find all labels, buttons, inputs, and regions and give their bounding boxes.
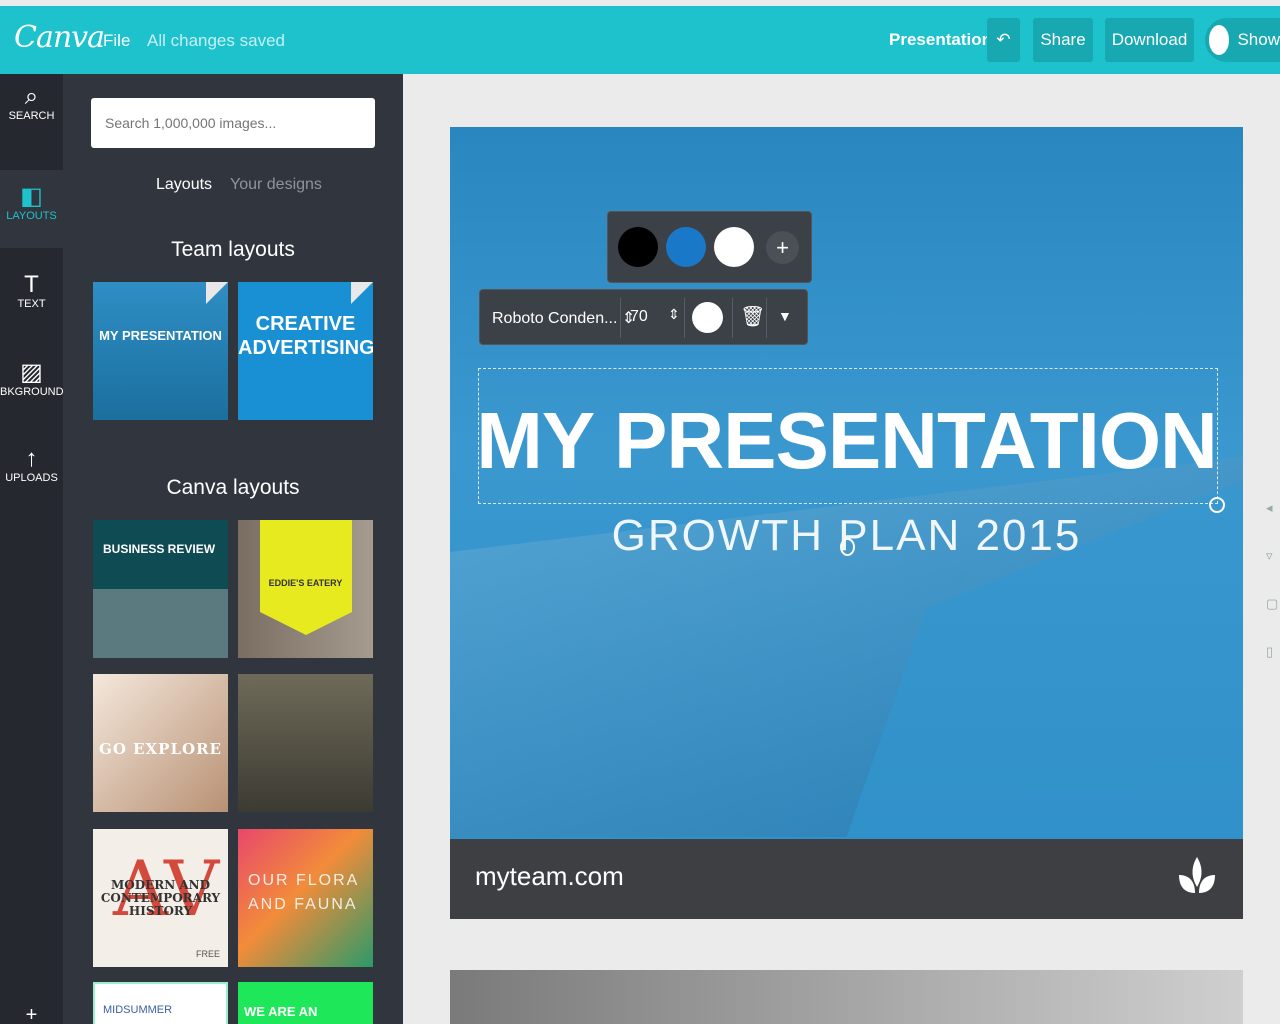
layout-thumb-label: MIDSUMMER <box>103 1004 173 1016</box>
layouts-panel: Layouts Your designs Team layouts MY PRE… <box>63 74 403 1024</box>
add-color-icon[interactable]: + <box>766 231 799 264</box>
image-search-input[interactable] <box>91 98 375 148</box>
layout-thumb[interactable]: WE ARE AN <box>238 982 373 1024</box>
icon-rail: ⌕ SEARCH ◧ LAYOUTS T TEXT ▨ BKGROUND ↑ U… <box>0 74 64 1024</box>
text-icon: T <box>24 271 39 298</box>
layout-thumb-label: WE ARE AN <box>244 1004 318 1019</box>
font-size-value[interactable]: 70 <box>630 308 648 326</box>
undo-button[interactable]: ↶ <box>987 18 1020 62</box>
layout-thumb-label: GO EXPLORE <box>99 740 222 758</box>
canva-logo[interactable]: Canva <box>14 20 105 55</box>
toolbar-divider <box>766 298 767 338</box>
upload-icon: ↑ <box>25 445 38 472</box>
text-toolbar: Roboto Conden... ⇕ 70 ⇕ 🗑 ▼ <box>479 289 808 345</box>
footer-url[interactable]: myteam.com <box>475 861 624 892</box>
side-tool-icon[interactable]: ▯ <box>1266 644 1280 660</box>
font-family-value: Roboto Conden... <box>492 310 618 327</box>
layout-thumb-label: MY PRESENTATION <box>99 328 222 343</box>
slide-footer: myteam.com <box>450 839 1243 919</box>
save-status: All changes saved <box>147 31 285 50</box>
rail-background[interactable]: ▨ BKGROUND <box>0 359 64 399</box>
background-icon: ▨ <box>20 359 43 386</box>
search-icon: ⌕ <box>24 83 39 110</box>
undo-icon: ↶ <box>996 30 1011 49</box>
top-bar: Canva File All changes saved Presentatio… <box>0 6 1280 74</box>
layouts-icon: ◧ <box>20 183 43 210</box>
layout-thumb[interactable]: MY PRESENTATION <box>93 282 228 420</box>
next-slide-preview[interactable] <box>450 970 1243 1024</box>
show-button[interactable]: Show <box>1205 18 1280 62</box>
more-options-icon[interactable]: ▼ <box>778 308 792 324</box>
page-side-tools: ◂ ▿ ▢ ▯ <box>1266 500 1280 680</box>
layout-thumb-label: OUR FLORA AND FAUNA <box>248 872 359 913</box>
rail-uploads-label: UPLOADS <box>5 472 58 484</box>
rail-background-label: BKGROUND <box>0 386 64 398</box>
rail-text-label: TEXT <box>17 298 46 310</box>
leaf-logo-icon <box>1179 857 1215 893</box>
layout-thumb[interactable]: OUR FLORA AND FAUNA <box>238 829 373 967</box>
color-swatch-black[interactable] <box>618 227 658 267</box>
color-swatch-blue[interactable] <box>666 227 706 267</box>
text-selection-box[interactable] <box>478 368 1225 513</box>
team-layouts-heading: Team layouts <box>171 238 295 261</box>
font-size-arrow-icon[interactable]: ⇕ <box>668 306 680 323</box>
text-color-button[interactable] <box>692 302 723 333</box>
rail-search[interactable]: ⌕ SEARCH <box>0 83 63 123</box>
download-button[interactable]: Download <box>1105 18 1194 62</box>
add-icon[interactable]: + <box>0 1004 63 1024</box>
toggle-knob <box>1209 25 1230 55</box>
layout-thumb[interactable]: GO EXPLORE <box>93 674 228 812</box>
layout-thumb-label: MODERN AND CONTEMPORARY HISTORY <box>100 878 221 918</box>
toolbar-divider <box>684 298 685 338</box>
layout-thumb[interactable]: AV MODERN AND CONTEMPORARY HISTORY FREE <box>93 829 228 967</box>
layout-thumb[interactable]: EDDIE'S EATERY <box>238 520 373 658</box>
file-menu[interactable]: File <box>103 31 130 51</box>
side-tool-icon[interactable]: ▿ <box>1266 548 1280 564</box>
show-label: Show <box>1237 30 1280 49</box>
layout-thumb[interactable]: MIDSUMMER <box>93 982 228 1024</box>
slide-canvas[interactable]: MY PRESENTATION GROWTH PLAN 2015 myteam.… <box>450 127 1243 919</box>
layout-thumb-label: EDDIE'S EATERY <box>268 578 343 588</box>
canva-editor: Canva File All changes saved Presentatio… <box>0 0 1280 1024</box>
rail-text[interactable]: T TEXT <box>0 271 63 311</box>
side-tool-icon[interactable]: ◂ <box>1266 500 1280 516</box>
tab-layouts[interactable]: Layouts <box>156 176 212 194</box>
rail-layouts[interactable]: ◧ LAYOUTS <box>0 170 63 248</box>
rail-uploads[interactable]: ↑ UPLOADS <box>0 445 63 485</box>
layout-thumb[interactable]: BUSINESS REVIEW <box>93 520 228 658</box>
tab-your-designs[interactable]: Your designs <box>230 176 322 194</box>
free-badge: FREE <box>195 949 220 959</box>
toolbar-divider <box>732 298 733 338</box>
layout-thumb-label: BUSINESS REVIEW <box>103 542 216 556</box>
rail-layouts-label: LAYOUTS <box>6 210 57 222</box>
color-picker-bar: + <box>607 211 812 283</box>
canva-layouts-heading: Canva layouts <box>166 476 300 499</box>
share-button[interactable]: Share <box>1033 18 1093 62</box>
layout-thumb-label: CREATIVE ADVERTISING <box>238 313 373 359</box>
document-type: Presentation <box>889 30 992 49</box>
side-tool-icon[interactable]: ▢ <box>1266 596 1280 612</box>
trash-icon[interactable]: 🗑 <box>740 304 765 329</box>
rail-search-label: SEARCH <box>8 110 55 122</box>
toolbar-divider <box>620 298 621 338</box>
page-fold <box>351 282 373 304</box>
mouse-cursor <box>840 538 855 556</box>
font-family-select[interactable]: Roboto Conden... ⇕ <box>492 308 635 328</box>
layout-thumb[interactable] <box>238 674 373 812</box>
color-swatch-white[interactable] <box>714 227 754 267</box>
page-fold <box>206 282 228 304</box>
layout-thumb[interactable]: CREATIVE ADVERTISING <box>238 282 373 420</box>
